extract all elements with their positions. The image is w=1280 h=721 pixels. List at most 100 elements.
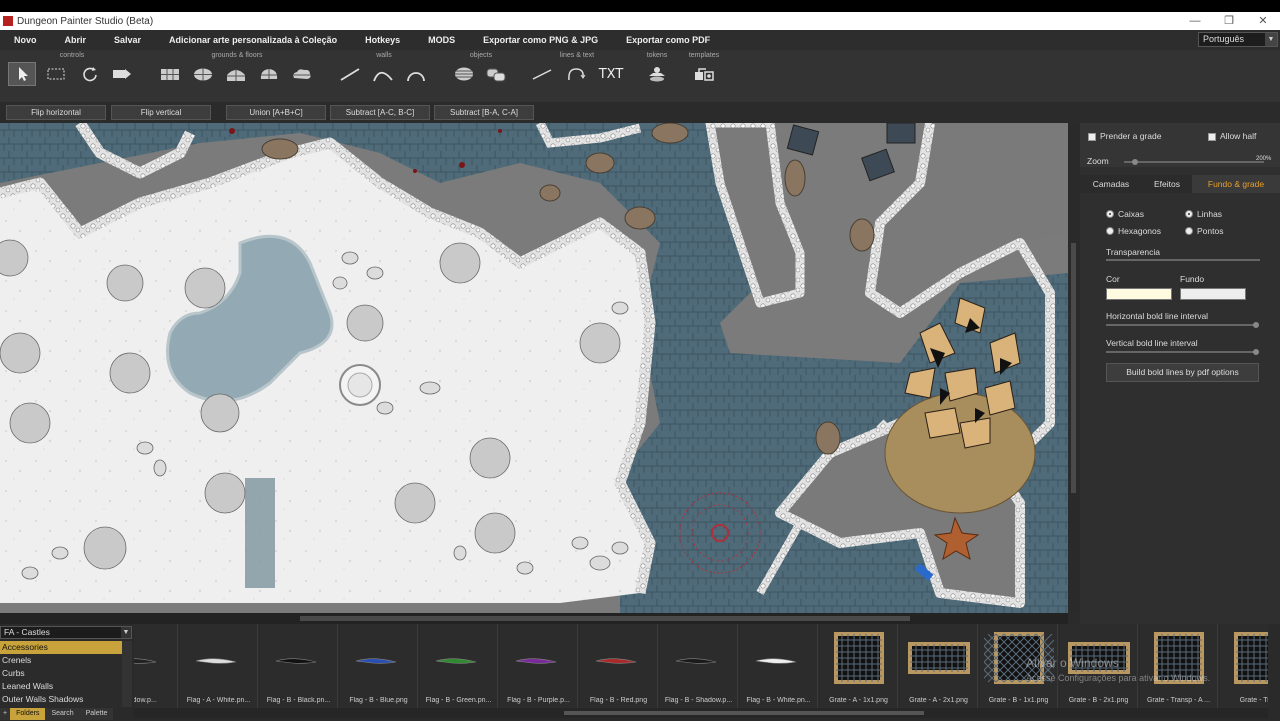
language-select[interactable]: Português ▼ — [1198, 32, 1278, 47]
grid-type-lines-radio[interactable] — [1185, 210, 1193, 218]
scroll-thumb[interactable] — [564, 711, 924, 715]
group-label: controls — [59, 52, 85, 59]
text-tool-icon[interactable]: TXT — [596, 62, 626, 86]
asset-tile[interactable]: Flag - B - Shadow.p... — [660, 624, 738, 708]
menu-export-pdf[interactable]: Exportar como PDF — [612, 30, 724, 50]
close-icon[interactable]: ✕ — [1246, 12, 1280, 30]
menu-hotkeys[interactable]: Hotkeys — [351, 30, 414, 50]
minimize-icon[interactable]: — — [1178, 12, 1212, 30]
flag-thumbnail — [134, 658, 157, 664]
app-window: Dungeon Painter Studio (Beta) — ❐ ✕ Novo… — [0, 12, 1280, 721]
background-color-swatch[interactable] — [1180, 288, 1246, 300]
line-wall-tool-icon[interactable] — [336, 62, 364, 86]
arch-floor-tool-icon[interactable] — [222, 62, 250, 86]
asset-tile[interactable]: Grate - A - 2x1.png — [900, 624, 978, 708]
flag-thumbnail — [275, 658, 317, 664]
menu-mods[interactable]: MODS — [414, 30, 469, 50]
category-scrollbar[interactable] — [122, 641, 132, 707]
grid-color-swatch[interactable] — [1106, 288, 1172, 300]
asset-tile[interactable]: Flag - B - Black.pn... — [260, 624, 338, 708]
grid-floor-tool-icon[interactable] — [156, 62, 184, 86]
toolbar-group-templates: templates — [686, 50, 722, 100]
asset-name: Grate - B - 1x1.png — [988, 697, 1049, 704]
template-tool-icon[interactable] — [690, 62, 718, 86]
title-bar: Dungeon Painter Studio (Beta) — ❐ ✕ — [0, 12, 1280, 30]
list-item[interactable]: Leaned Walls — [0, 680, 122, 693]
list-item[interactable]: Outer Walls Shadows — [0, 693, 122, 706]
union-button[interactable]: Union [A+B+C] — [226, 105, 326, 120]
lasso-tool-icon[interactable] — [562, 62, 590, 86]
scroll-thumb[interactable] — [1071, 243, 1076, 493]
asset-vertical-scrollbar[interactable] — [1268, 624, 1280, 718]
toolbar-group-tokens: tokens — [640, 50, 674, 100]
tab-folders[interactable]: Folders — [10, 708, 46, 720]
asset-tile[interactable]: Grate - Tran — [1220, 624, 1268, 708]
snap-grid-checkbox[interactable] — [1088, 133, 1096, 141]
tab-background-grid[interactable]: Fundo & grade — [1192, 175, 1280, 193]
blob-floor-tool-icon[interactable] — [255, 62, 283, 86]
asset-tile[interactable]: Flag - B - Red.png — [580, 624, 658, 708]
asset-tile[interactable]: Flag - B - White.pn... — [740, 624, 818, 708]
asset-tile[interactable]: Shadow.p... — [134, 624, 178, 708]
transparency-slider[interactable] — [1106, 259, 1260, 261]
build-bold-lines-button[interactable]: Build bold lines by pdf options — [1106, 363, 1259, 382]
canvas-vertical-scrollbar[interactable] — [1068, 123, 1079, 613]
menu-open[interactable]: Abrir — [51, 30, 101, 50]
menu-add-custom-art[interactable]: Adicionar arte personalizada à Coleção — [155, 30, 351, 50]
horizontal-bold-handle[interactable] — [1253, 322, 1259, 328]
asset-tile[interactable]: Grate - A - 1x1.png — [820, 624, 898, 708]
move-tool-icon[interactable] — [108, 62, 136, 86]
grid-type-dots-radio[interactable] — [1185, 227, 1193, 235]
subtract-ac-bc-button[interactable]: Subtract [A-C, B-C] — [330, 105, 430, 120]
asset-scrollbar[interactable] — [134, 708, 1268, 718]
folder-select[interactable]: FA - Castles ▼ — [0, 626, 132, 639]
asset-name: Grate - A - 2x1.png — [909, 697, 968, 704]
pointer-tool-icon[interactable] — [8, 62, 36, 86]
toolbar-group-grounds: grounds & floors — [154, 50, 320, 100]
vertical-bold-handle[interactable] — [1253, 349, 1259, 355]
tab-layers[interactable]: Camadas — [1080, 175, 1142, 193]
arc-wall-tool-icon[interactable] — [402, 62, 430, 86]
menu-export-png-jpg[interactable]: Exportar como PNG & JPG — [469, 30, 612, 50]
cloud-floor-tool-icon[interactable] — [288, 62, 316, 86]
rotate-tool-icon[interactable] — [76, 62, 104, 86]
zoom-slider[interactable] — [1124, 161, 1264, 163]
list-item[interactable]: Curbs — [0, 667, 122, 680]
tab-search[interactable]: Search — [45, 708, 80, 720]
menu-save[interactable]: Salvar — [100, 30, 155, 50]
token-tool-icon[interactable] — [643, 62, 671, 86]
ellipse-floor-tool-icon[interactable] — [189, 62, 217, 86]
asset-tile[interactable]: Flag - B - Purple.p... — [500, 624, 578, 708]
asset-name: Flag - B - Shadow.p... — [664, 697, 733, 704]
rect-select-tool-icon[interactable] — [42, 62, 70, 86]
add-icon[interactable]: + — [0, 708, 11, 720]
rocks-object-tool-icon[interactable] — [482, 62, 510, 86]
flag-thumbnail — [675, 658, 717, 664]
tab-effects[interactable]: Efeitos — [1142, 175, 1192, 193]
menu-new[interactable]: Novo — [0, 30, 51, 50]
asset-tile[interactable]: Grate - Transp - A ... — [1140, 624, 1218, 708]
asset-tile[interactable]: Flag - B - Blue.png — [340, 624, 418, 708]
group-label: objects — [469, 52, 493, 59]
flip-vertical-button[interactable]: Flip vertical — [111, 105, 211, 120]
curve-wall-tool-icon[interactable] — [369, 62, 397, 86]
canvas-horizontal-scrollbar[interactable] — [0, 613, 1068, 624]
horizontal-bold-slider[interactable] — [1106, 324, 1256, 326]
tab-palette[interactable]: Palette — [79, 708, 114, 720]
grid-type-hex-radio[interactable] — [1106, 227, 1114, 235]
barrel-object-tool-icon[interactable] — [450, 62, 478, 86]
scroll-thumb[interactable] — [300, 616, 910, 621]
grid-type-boxes-radio[interactable] — [1106, 210, 1114, 218]
asset-tile[interactable]: Flag - A - White.pn... — [180, 624, 258, 708]
list-item[interactable]: Accessories — [0, 641, 122, 654]
vertical-bold-slider[interactable] — [1106, 351, 1256, 353]
allow-half-checkbox[interactable] — [1208, 133, 1216, 141]
subtract-ba-ca-button[interactable]: Subtract [B-A, C-A] — [434, 105, 534, 120]
maximize-icon[interactable]: ❐ — [1212, 12, 1246, 30]
line-tool-icon[interactable] — [528, 62, 556, 86]
flip-horizontal-button[interactable]: Flip horizontal — [6, 105, 106, 120]
map-canvas[interactable] — [0, 123, 1068, 613]
flag-thumbnail — [515, 658, 557, 664]
list-item[interactable]: Crenels — [0, 654, 122, 667]
asset-tile[interactable]: Flag - B - Green.pn... — [420, 624, 498, 708]
